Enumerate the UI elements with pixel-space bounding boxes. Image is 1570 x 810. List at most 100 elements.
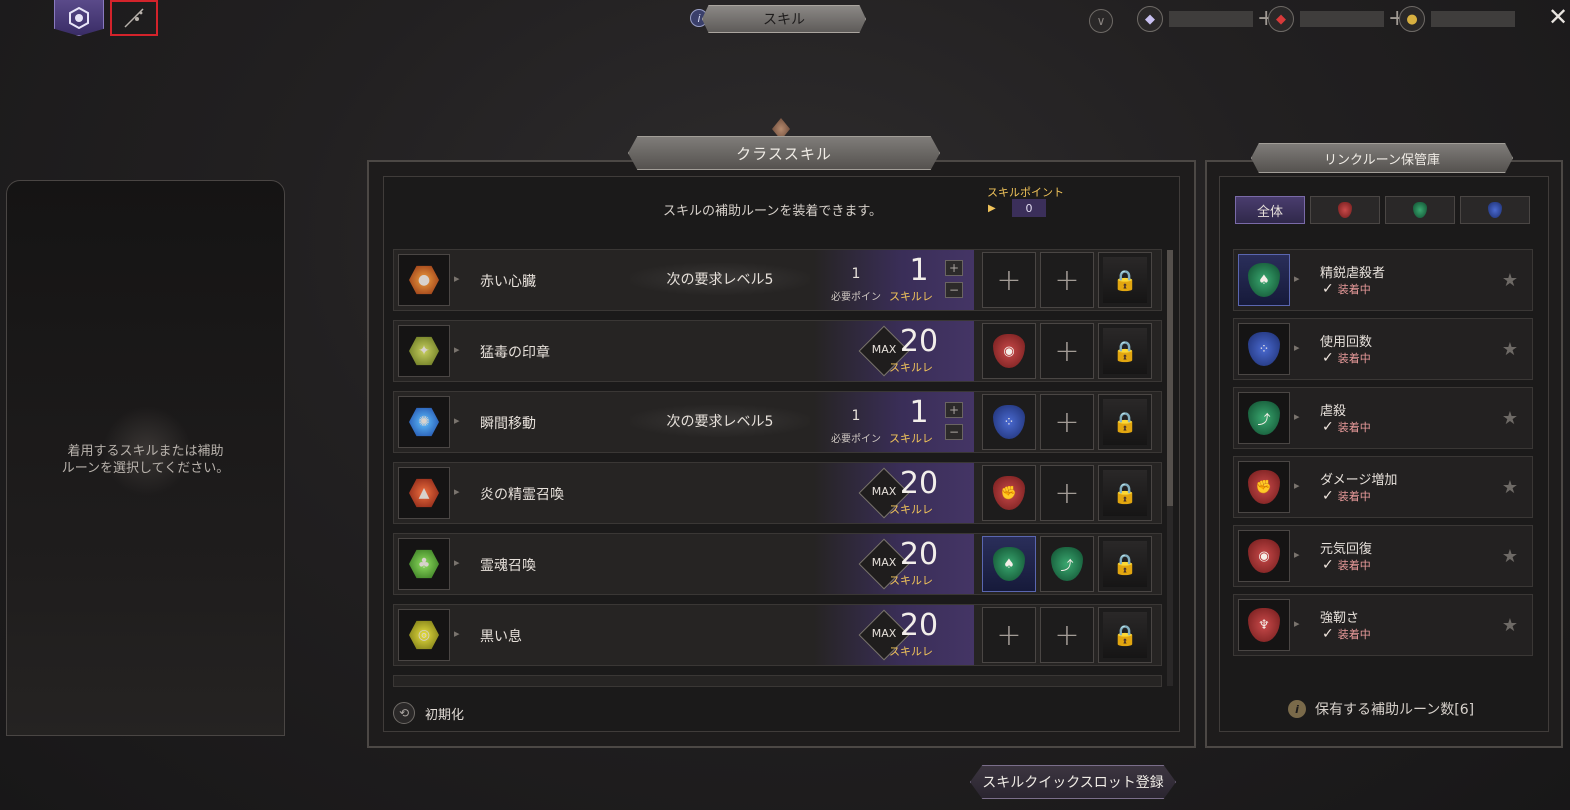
rune-slot-locked[interactable]: 🔒 <box>1098 607 1152 663</box>
skill-name: 霊魂召喚 <box>480 558 536 574</box>
ruby-icon: ◆ <box>1268 6 1294 32</box>
link-rune-storage-title: リンクルーン保管庫 <box>1251 143 1513 173</box>
filter-tab-all[interactable]: 全体 <box>1235 196 1305 224</box>
rune-list-item[interactable]: ♠ ▸ 精鋭虐殺者 ✓ 装着中 ★ <box>1233 249 1533 311</box>
favorite-star-icon[interactable]: ★ <box>1502 615 1518 636</box>
rune-slot-filled[interactable]: ♠ <box>982 536 1036 592</box>
max-label: MAX <box>871 627 897 640</box>
rune-slot-filled[interactable]: ◉ <box>982 323 1036 379</box>
skill-row[interactable]: ▲ ▸ 炎の精霊召喚 MAX 20 スキルレ ✊ + 🔒 <box>393 462 1162 524</box>
favorite-star-icon[interactable]: ★ <box>1502 477 1518 498</box>
skill-points-label: スキルポイント <box>987 186 1064 199</box>
skill-row[interactable]: ♣ ▸ 霊魂召喚 MAX 20 スキルレ ♠ ⤴ 🔒 <box>393 533 1162 595</box>
rune-slot-empty[interactable]: + <box>982 607 1036 663</box>
favorite-star-icon[interactable]: ★ <box>1502 270 1518 291</box>
required-points-value: 1 <box>851 408 861 424</box>
rune-icon-box: ⤴ <box>1238 392 1290 444</box>
skill-icon-box: ✺ <box>398 396 450 448</box>
blue-rune-icon: ⁘ <box>993 405 1025 439</box>
favorite-star-icon[interactable]: ★ <box>1502 546 1518 567</box>
tab-rune[interactable] <box>54 0 104 36</box>
rune-list-item[interactable]: ♆ ▸ 強靭さ ✓ 装着中 ★ <box>1233 594 1533 656</box>
filter-tab-red[interactable] <box>1310 196 1380 224</box>
rune-slot-empty[interactable]: + <box>1040 607 1094 663</box>
rune-slot-locked[interactable]: 🔒 <box>1098 536 1152 592</box>
required-points-label: 必要ポイン <box>831 292 881 303</box>
next-required-level: 次の要求レベル5 <box>630 405 810 437</box>
skill-level-label: スキルレ <box>889 574 933 587</box>
red-rune-icon: ♆ <box>1248 608 1280 642</box>
rune-slot-filled[interactable]: ⁘ <box>982 394 1036 450</box>
rune-slot-empty[interactable]: + <box>1040 252 1094 308</box>
max-label: MAX <box>871 343 897 356</box>
skill-row[interactable]: ✦ ▸ 猛毒の印章 MAX 20 スキルレ ◉ + 🔒 <box>393 320 1162 382</box>
skill-row[interactable]: ◎ ▸ 黒い息 MAX 20 スキルレ + + 🔒 <box>393 604 1162 666</box>
skill-detail-panel: 着用するスキルまたは補助 ルーンを選択してください。 <box>6 180 285 736</box>
red-rune-icon: ◉ <box>1248 539 1280 573</box>
skill-row[interactable]: ✺ ▸ 瞬間移動 次の要求レベル5 1 必要ポイン 1 スキルレ + − ⁘ +… <box>393 391 1162 453</box>
level-down-button[interactable]: − <box>945 282 963 298</box>
skill-quickslot-register-button[interactable]: スキルクイックスロット登録 <box>970 765 1176 799</box>
plus-icon: + <box>1054 262 1080 298</box>
level-up-button[interactable]: + <box>945 260 963 276</box>
skill-icon-box: ◎ <box>398 609 450 661</box>
skill-row[interactable] <box>393 675 1162 687</box>
rune-slot-empty[interactable]: + <box>1040 323 1094 379</box>
skill-icon-box: ● <box>398 254 450 306</box>
favorite-star-icon[interactable]: ★ <box>1502 339 1518 360</box>
equipped-label: 装着中 <box>1337 559 1371 572</box>
class-skill-title: クラススキル <box>628 136 940 170</box>
reset-button[interactable]: ⟲ 初期化 <box>393 700 464 726</box>
skill-icon-box: ♣ <box>398 538 450 590</box>
rune-slot-filled[interactable]: ✊ <box>982 465 1036 521</box>
rune-name: ダメージ増加 <box>1320 473 1398 488</box>
skill-icon-box: ✦ <box>398 325 450 377</box>
select-skill-hint: 着用するスキルまたは補助 ルーンを選択してください。 <box>7 443 284 477</box>
skill-level-value: 20 <box>899 537 939 572</box>
rune-slot-locked[interactable]: 🔒 <box>1098 252 1152 308</box>
lock-icon: 🔒 <box>1103 541 1147 587</box>
skill-name: 猛毒の印章 <box>480 345 550 361</box>
level-down-button[interactable]: − <box>945 424 963 440</box>
skill-level-value: 20 <box>899 466 939 501</box>
chevron-down-icon[interactable]: ∨ <box>1089 9 1113 33</box>
level-up-button[interactable]: + <box>945 402 963 418</box>
reset-icon: ⟲ <box>393 702 415 724</box>
rune-slot-locked[interactable]: 🔒 <box>1098 465 1152 521</box>
rune-list-item[interactable]: ⁘ ▸ 使用回数 ✓ 装着中 ★ <box>1233 318 1533 380</box>
rune-slot-locked[interactable]: 🔒 <box>1098 394 1152 450</box>
lock-icon: 🔒 <box>1103 612 1147 658</box>
favorite-star-icon[interactable]: ★ <box>1502 408 1518 429</box>
required-points-value: 1 <box>851 266 861 282</box>
skill-level-value: 1 <box>909 395 929 430</box>
rune-list-item[interactable]: ⤴ ▸ 虐殺 ✓ 装着中 ★ <box>1233 387 1533 449</box>
filter-tab-green[interactable] <box>1385 196 1455 224</box>
close-button[interactable]: ✕ <box>1548 5 1570 29</box>
chevron-right-icon: ▸ <box>1294 479 1300 492</box>
rune-name: 虐殺 <box>1320 404 1347 419</box>
rune-list-item[interactable]: ✊ ▸ ダメージ増加 ✓ 装着中 ★ <box>1233 456 1533 518</box>
check-icon: ✓ <box>1322 557 1334 573</box>
wand-icon <box>124 8 144 28</box>
rune-icon-box: ◉ <box>1238 530 1290 582</box>
filter-tab-blue[interactable] <box>1460 196 1530 224</box>
check-icon: ✓ <box>1322 281 1334 297</box>
owned-rune-count-label: 保有する補助ルーン数[6] <box>1315 702 1475 718</box>
rune-slot-empty[interactable]: + <box>1040 465 1094 521</box>
check-icon: ✓ <box>1322 626 1334 642</box>
rune-list-item[interactable]: ◉ ▸ 元気回復 ✓ 装着中 ★ <box>1233 525 1533 587</box>
rune-slot-empty[interactable]: + <box>1040 394 1094 450</box>
rune-slot-locked[interactable]: 🔒 <box>1098 323 1152 379</box>
hint-line-1: 着用するスキルまたは補助 <box>67 444 224 459</box>
equipped-label: 装着中 <box>1337 490 1371 503</box>
rune-slot-empty[interactable]: + <box>982 252 1036 308</box>
check-icon: ✓ <box>1322 350 1334 366</box>
tab-skill[interactable] <box>110 0 158 36</box>
skill-row[interactable]: ● ▸ 赤い心臓 次の要求レベル5 1 必要ポイン 1 スキルレ + − + +… <box>393 249 1162 311</box>
next-required-level: 次の要求レベル5 <box>630 263 810 295</box>
rune-slot-filled[interactable]: ⤴ <box>1040 536 1094 592</box>
currency-value-hidden <box>1169 11 1253 27</box>
green-rune-icon <box>1413 202 1427 218</box>
skill-level-value: 1 <box>909 253 929 288</box>
scrollbar-thumb[interactable] <box>1167 250 1173 506</box>
